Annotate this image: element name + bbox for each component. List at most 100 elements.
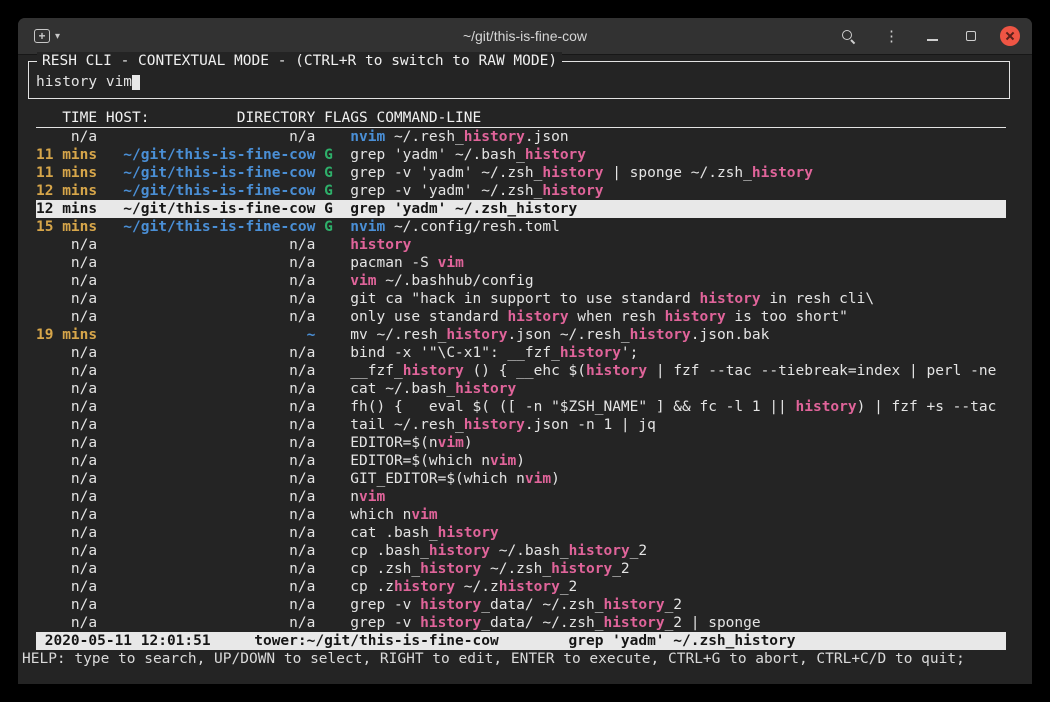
row-gap [315,453,324,469]
row-host-directory: n/a [106,129,316,145]
row-gap [97,165,106,181]
row-gap [97,399,106,415]
menu-button[interactable]: ⋮ [880,25,903,48]
history-row[interactable]: n/a n/a vim ~/.bashhub/config [36,272,1006,290]
history-row[interactable]: 11 mins ~/git/this-is-fine-cow G grep 'y… [36,146,1006,164]
history-row[interactable]: n/a n/a bind -x '"\C-x1": __fzf_history'… [36,344,1006,362]
history-row[interactable]: n/a n/a grep -v history_data/ ~/.zsh_his… [36,596,1006,614]
history-row-selected[interactable]: 12 mins ~/git/this-is-fine-cow G grep 'y… [36,200,1006,218]
row-command-segment: | sponge ~/.zsh_ [603,165,751,181]
history-row[interactable]: n/a n/a cp .zhistory ~/.zhistory_2 [36,578,1006,596]
row-gap [315,147,324,163]
row-host-directory: n/a [106,543,316,559]
history-row[interactable]: n/a n/a only use standard history when r… [36,308,1006,326]
history-row[interactable]: 11 mins ~/git/this-is-fine-cow G grep -v… [36,164,1006,182]
row-gap [315,489,324,505]
history-row[interactable]: n/a n/a __fzf_history () { __ehc $(histo… [36,362,1006,380]
history-row[interactable]: n/a n/a cp .zsh_history ~/.zsh_history_2 [36,560,1006,578]
row-command-segment: which n [350,507,411,523]
row-gap [97,615,106,631]
row-gap [315,255,324,271]
row-time: n/a [36,525,97,541]
row-command-segment: vim [525,471,551,487]
row-command-segment: ~/.config/resh.toml [385,219,560,235]
row-flags [324,291,350,307]
history-row[interactable]: 19 mins ~ mv ~/.resh_history.json ~/.res… [36,326,1006,344]
history-row[interactable]: n/a n/a EDITOR=$(which nvim) [36,452,1006,470]
row-command-segment: () { __ehc $( [464,363,586,379]
row-host-directory: n/a [106,561,316,577]
row-command-segment: grep 'yadm' ~/.bash_ [350,147,525,163]
close-button[interactable] [1000,26,1020,46]
history-row[interactable]: n/a n/a nvim ~/.resh_history.json [36,128,1006,146]
row-flags [324,525,350,541]
row-time: n/a [36,615,97,631]
row-flags [324,273,350,289]
restore-button[interactable] [962,27,980,45]
history-row[interactable]: n/a n/a pacman -S vim [36,254,1006,272]
row-command-segment: ~/.resh_ [385,129,464,145]
history-row[interactable]: n/a n/a nvim [36,488,1006,506]
history-row[interactable]: n/a n/a tail ~/.resh_history.json -n 1 |… [36,416,1006,434]
resh-search-box: RESH CLI - CONTEXTUAL MODE - (CTRL+R to … [28,61,1010,99]
row-gap [97,327,106,343]
history-row[interactable]: 12 mins ~/git/this-is-fine-cow G grep -v… [36,182,1006,200]
row-command-segment: history [394,579,455,595]
row-command-segment: _2 [560,579,577,595]
row-flags: G [324,147,350,163]
history-row[interactable]: n/a n/a cat ~/.bash_history [36,380,1006,398]
search-icon [840,28,856,44]
new-tab-button[interactable]: + ▾ [30,25,64,47]
history-row[interactable]: n/a n/a cp .bash_history ~/.bash_history… [36,542,1006,560]
search-button[interactable] [836,24,860,48]
history-row[interactable]: n/a n/a grep -v history_data/ ~/.zsh_his… [36,614,1006,632]
table-header: TIME HOST: DIRECTORY FLAGS COMMAND-LINE [36,109,1006,128]
row-command-segment: fh() { eval $( ([ -n "$ZSH_NAME" ] && fc… [350,399,795,415]
row-flags: G [324,165,350,181]
row-flags [324,561,350,577]
row-flags [324,381,350,397]
row-gap [97,183,106,199]
row-host-directory: n/a [106,399,316,415]
row-gap [97,255,106,271]
row-gap [97,201,106,217]
row-gap [97,363,106,379]
history-row[interactable]: n/a n/a fh() { eval $( ([ -n "$ZSH_NAME"… [36,398,1006,416]
row-flags: G [324,183,350,199]
row-command-segment: tail ~/.resh_ [350,417,464,433]
row-gap [315,471,324,487]
row-command-segment: cat ~/.bash_ [350,381,455,397]
row-time: n/a [36,255,97,271]
row-flags [324,345,350,361]
row-gap [97,525,106,541]
row-command-segment: _2 [630,543,647,559]
row-time: n/a [36,543,97,559]
history-row[interactable]: n/a n/a cat .bash_history [36,524,1006,542]
row-gap [97,507,106,523]
row-command-segment: vim [411,507,437,523]
row-time: n/a [36,309,97,325]
help-line: HELP: type to search, UP/DOWN to select,… [22,650,1006,668]
row-command-segment: _2 [612,561,629,577]
row-command-segment: ) [516,453,525,469]
history-row[interactable]: n/a n/a history [36,236,1006,254]
row-gap [315,129,324,145]
minimize-button[interactable] [923,27,942,45]
row-flags [324,507,350,523]
row-flags [324,129,350,145]
row-command-segment: ~/.bashhub/config [377,273,534,289]
titlebar: + ▾ ~/git/this-is-fine-cow ⋮ [18,18,1032,55]
row-time: n/a [36,435,97,451]
row-command-segment: vim [438,435,464,451]
history-row[interactable]: n/a n/a which nvim [36,506,1006,524]
row-host-directory: n/a [106,471,316,487]
chevron-down-icon: ▾ [55,31,60,42]
history-row[interactable]: n/a n/a EDITOR=$(nvim) [36,434,1006,452]
row-time: n/a [36,453,97,469]
row-gap [97,453,106,469]
history-row[interactable]: 15 mins ~/git/this-is-fine-cow G nvim ~/… [36,218,1006,236]
row-command-segment: grep -v 'yadm' ~/.zsh_ [350,183,542,199]
history-row[interactable]: n/a n/a GIT_EDITOR=$(which nvim) [36,470,1006,488]
row-command-segment: cp .z [350,579,394,595]
history-row[interactable]: n/a n/a git ca "hack in support to use s… [36,290,1006,308]
